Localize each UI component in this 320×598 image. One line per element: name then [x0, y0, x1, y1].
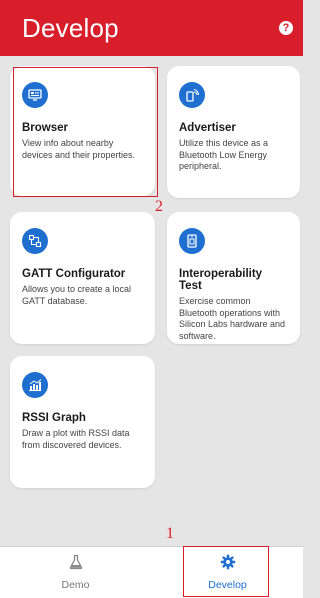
- app-header: Develop ?: [0, 0, 303, 56]
- browser-icon: [22, 82, 48, 108]
- rssi-graph-icon: [22, 372, 48, 398]
- gatt-icon: [22, 228, 48, 254]
- card-title: Browser: [22, 122, 69, 134]
- card-description: View info about nearby devices and their…: [22, 138, 136, 160]
- interoperability-test-card[interactable]: Interoperability Test Exercise common Bl…: [167, 212, 300, 344]
- card-description: Exercise common Bluetooth operations wit…: [179, 296, 286, 341]
- advertiser-icon: [179, 82, 205, 108]
- help-icon[interactable]: ?: [279, 21, 293, 35]
- gear-icon: [220, 554, 236, 575]
- gatt-configurator-card[interactable]: GATT Configurator Allows you to create a…: [10, 212, 155, 344]
- page-title: Develop: [22, 12, 119, 43]
- card-description: Allows you to create a local GATT databa…: [22, 284, 132, 306]
- nav-label-demo: Demo: [61, 579, 90, 591]
- card-title: RSSI Graph: [22, 412, 86, 424]
- nav-label-develop: Develop: [208, 579, 247, 591]
- nav-item-develop[interactable]: Develop: [152, 547, 303, 598]
- card-title: Interoperability Test: [179, 268, 263, 292]
- interop-icon: [179, 228, 205, 254]
- card-title: GATT Configurator: [22, 268, 126, 280]
- rssi-graph-card[interactable]: RSSI Graph Draw a plot with RSSI data fr…: [10, 356, 155, 488]
- nav-item-demo[interactable]: Demo: [0, 547, 151, 598]
- bottom-navigation: Demo Develop: [0, 546, 303, 598]
- card-title: Advertiser: [179, 122, 236, 134]
- card-description: Utilize this device as a Bluetooth Low E…: [179, 138, 269, 171]
- annotation-marker-1: 1: [166, 525, 174, 542]
- advertiser-card[interactable]: Advertiser Utilize this device as a Blue…: [167, 66, 300, 198]
- annotation-marker-2: 2: [155, 198, 163, 215]
- flask-icon: [68, 554, 84, 575]
- browser-card[interactable]: Browser View info about nearby devices a…: [10, 66, 155, 196]
- card-description: Draw a plot with RSSI data from discover…: [22, 428, 130, 450]
